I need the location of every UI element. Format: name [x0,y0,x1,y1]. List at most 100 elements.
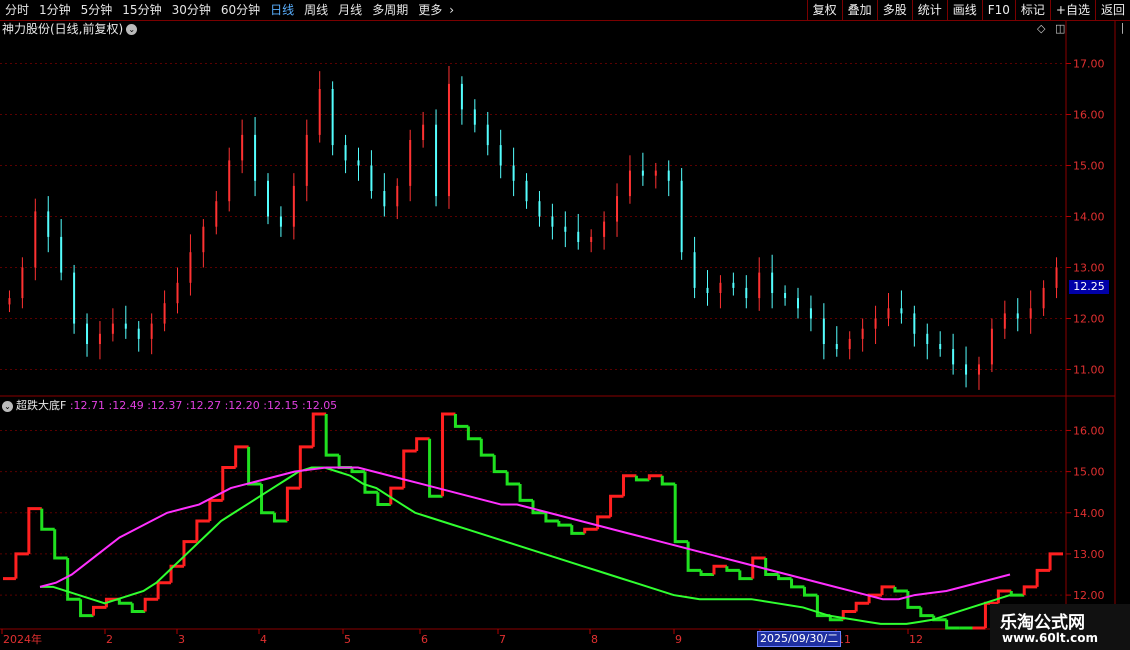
candle-body [137,328,140,339]
step-line-segment [143,597,159,612]
step-line-segment [1048,552,1063,571]
step-line-segment [609,494,624,517]
time-label: 5 [344,633,351,646]
candle-body [1016,313,1019,319]
current-price-tag: 12.25 [1069,280,1109,294]
side-strip-marker: | [1120,21,1125,34]
candle-body [21,267,24,299]
candle-body [486,124,489,146]
watermark-url: www.60lt.com [1002,631,1099,645]
indicator-tick-label: 13.00 [1073,548,1105,561]
step-line-segment [712,564,727,575]
step-line-segment [802,586,818,597]
side-info-strip[interactable]: | [1115,21,1130,396]
candle-body [8,298,11,305]
step-line-segment [285,486,301,521]
step-line-segment [337,455,353,469]
time-label: 2 [106,633,113,646]
step-line-segment [415,437,430,452]
candle-body [34,211,37,268]
magenta-support-line [39,466,1011,601]
candle-body [990,328,993,365]
candle-body [1055,267,1058,288]
candle-body [590,236,593,242]
step-line-segment [919,607,934,618]
candle-body [435,124,438,197]
candle-body [628,170,631,197]
candle-body [1029,308,1032,319]
candle-body [887,308,890,319]
step-line-segment [699,570,714,576]
candle-body [706,287,709,293]
candle-body [473,109,476,125]
step-line-segment [570,525,585,535]
candle-body [202,226,205,253]
step-line-segment [738,570,753,581]
candle-body [564,226,567,232]
candle-body [977,364,980,375]
candle-body [383,191,386,207]
candle-body [370,165,373,191]
step-line-segment [156,581,172,600]
watermark-title: 乐淘公式网 [1000,613,1085,633]
candle-body [771,272,774,293]
candle-body [551,216,554,227]
step-line-segment [466,426,482,441]
indicator-tick-label: 15.00 [1073,466,1105,479]
step-line-segment [557,521,572,527]
step-line-segment [686,541,702,572]
step-line-segment [893,586,908,593]
watermark: 乐淘公式网 www.60lt.com [990,604,1130,650]
candle-body [305,134,308,186]
candle-body [939,344,942,350]
step-line-segment [14,552,29,579]
candle-body [512,165,515,181]
candle-body [176,282,179,304]
candle-body [654,170,657,176]
candle-body [344,145,347,161]
green-resistance-line [40,466,1011,625]
step-line-segment [272,512,288,523]
step-line-segment [854,601,870,612]
candle-body [784,293,787,299]
step-line-segment [91,605,107,616]
indicator-tick-label: 16.00 [1073,424,1105,437]
step-line-segment [169,564,184,583]
candle-body [667,170,670,181]
price-tick-label: 15.00 [1073,160,1105,173]
candle-body [98,333,101,344]
step-line-segment [492,455,508,474]
step-line-segment [324,414,340,457]
time-label: 7 [499,633,506,646]
candle-body [228,160,231,202]
candle-body [499,145,502,166]
candle-body [1003,313,1006,329]
candle-body [835,344,838,350]
time-label: 4 [260,633,267,646]
candle-body [965,364,968,375]
candle-body [60,236,63,273]
candle-body [693,252,696,288]
candle-body [73,272,76,324]
indicator-tick-label: 12.00 [1073,589,1105,602]
step-line-segment [208,498,223,521]
candle-body [279,216,282,227]
step-line-segment [906,590,921,609]
step-line-segment [117,599,133,605]
candle-body [254,134,257,181]
candle-body [150,323,153,339]
candle-body [241,134,244,161]
candle-body [47,211,50,237]
candle-body [900,308,903,314]
chart-canvas[interactable]: 17.00 16.00 15.00 14.00 13.00 12.00 11.00 16.00… [0,0,1130,650]
candle-body [616,196,619,222]
time-label: 9 [675,633,682,646]
candle-body [267,180,269,217]
candle-body [577,231,580,242]
step-line-segment [130,603,146,614]
step-line-segment [945,619,960,630]
candle-body [952,349,955,365]
candle-body [797,298,799,309]
candle-body [215,201,218,227]
step-line-segment [363,471,378,494]
